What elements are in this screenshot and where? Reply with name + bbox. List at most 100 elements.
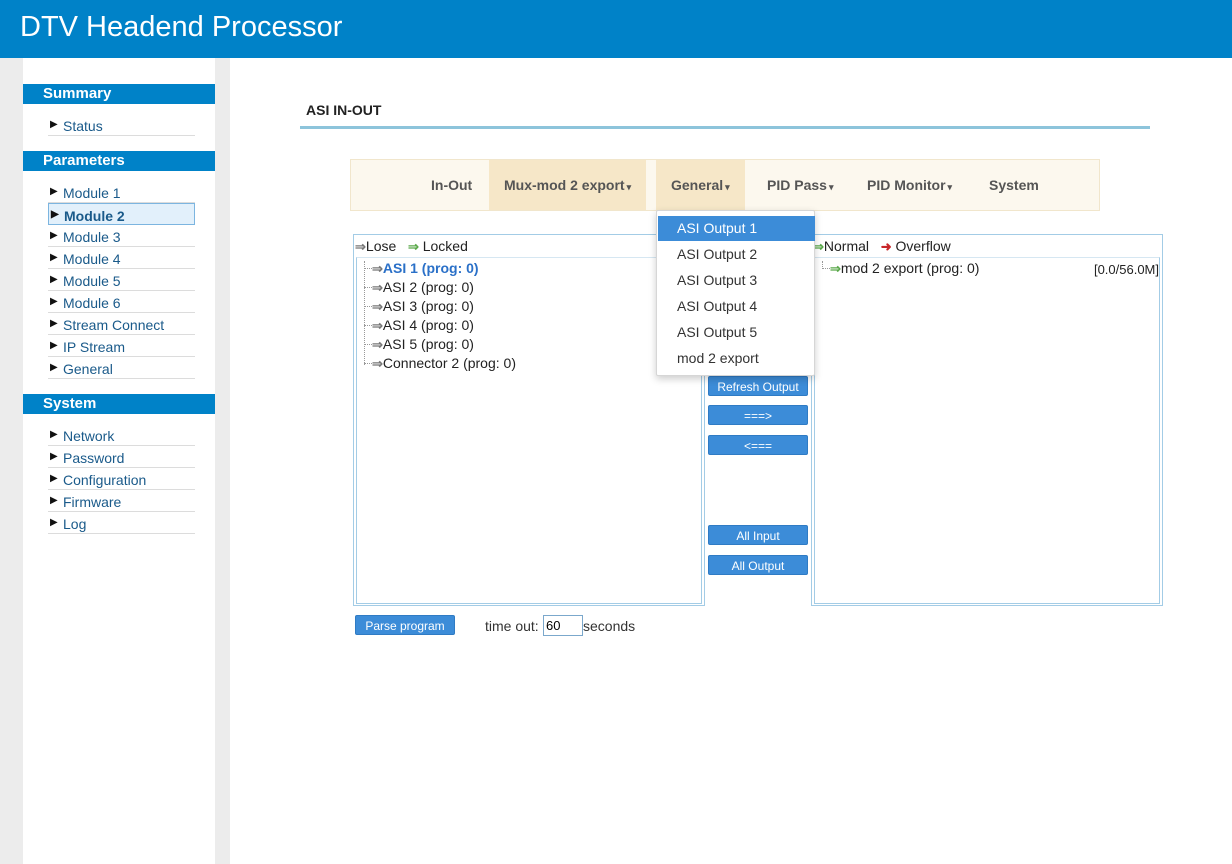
tab-pid-pass[interactable]: PID Pass ▾ (752, 160, 848, 210)
sidebar-item-password[interactable]: ▶ Password (48, 446, 195, 468)
tab-label: System (989, 177, 1039, 193)
sidebar-item-status[interactable]: ▶ Status (48, 114, 195, 136)
triangle-right-icon: ▶ (50, 252, 58, 263)
legend-normal: Normal (823, 238, 870, 254)
triangle-right-icon: ▶ (50, 495, 58, 506)
input-item-label: ASI 5 (prog: 0) (382, 336, 474, 352)
tab-bar: In-Out Mux-mod 2 export ▾ General ▾ PID Pa… (350, 159, 1100, 211)
sidebar-item-module-6[interactable]: ▶ Module 6 (48, 291, 195, 313)
sidebar-item-label: Module 3 (63, 229, 121, 245)
arrow-right-icon: ⇒ (355, 239, 366, 254)
sidebar-item-module-1[interactable]: ▶ Module 1 (48, 181, 195, 203)
triangle-right-icon: ▶ (50, 230, 58, 241)
legend-locked: Locked (422, 238, 468, 254)
arrow-right-icon: ⇒ (372, 356, 383, 371)
input-list: ⇒ASI 1 (prog: 0) ⇒ASI 2 (prog: 0) ⇒ASI 3… (356, 257, 702, 604)
dropdown-item-asi-output-2[interactable]: ASI Output 2 (658, 242, 815, 267)
tree-connector (364, 344, 372, 345)
sidebar-item-label: Module 4 (63, 251, 121, 267)
sidebar-item-label: IP Stream (63, 339, 125, 355)
triangle-right-icon: ▶ (50, 451, 58, 462)
tree-connector (364, 306, 372, 307)
sidebar-heading-parameters: Parameters (23, 151, 215, 171)
sidebar-item-label: Network (63, 428, 115, 444)
sidebar-item-configuration[interactable]: ▶ Configuration (48, 468, 195, 490)
triangle-right-icon: ▶ (50, 296, 58, 307)
page-title: ASI IN-OUT (306, 102, 382, 118)
output-item-mod-2-export[interactable]: ⇒mod 2 export (prog: 0) (830, 260, 979, 277)
output-rate: [0.0/56.0M] (1093, 262, 1159, 277)
refresh-output-button[interactable]: Refresh Output (708, 376, 808, 396)
tab-system[interactable]: System (974, 160, 1054, 210)
input-item-label: Connector 2 (prog: 0) (382, 355, 516, 371)
sidebar-item-module-3[interactable]: ▶ Module 3 (48, 225, 195, 247)
dropdown-item-asi-output-5[interactable]: ASI Output 5 (658, 320, 815, 345)
sidebar-heading-summary: Summary (23, 84, 215, 104)
tab-label: PID Pass (767, 177, 827, 193)
timeout-label: time out: (485, 618, 539, 634)
triangle-right-icon: ▶ (50, 119, 58, 130)
tab-label: In-Out (431, 177, 473, 193)
dropdown-item-asi-output-1[interactable]: ASI Output 1 (658, 216, 815, 241)
tree-connector (364, 268, 372, 269)
sidebar-item-label: Firmware (63, 494, 122, 510)
app-title: DTV Headend Processor (20, 11, 343, 43)
tab-mux-mod-2-export[interactable]: Mux-mod 2 export ▾ (489, 160, 647, 210)
all-output-button[interactable]: All Output (708, 555, 808, 575)
triangle-right-icon: ▶ (50, 517, 58, 528)
tab-in-out[interactable]: In-Out (416, 160, 487, 210)
title-divider (300, 126, 1150, 129)
arrow-right-icon: ⇒ (830, 261, 841, 276)
input-item-asi-2[interactable]: ⇒ASI 2 (prog: 0) (372, 279, 474, 296)
move-right-button[interactable]: ===> (708, 405, 808, 425)
tab-label: General (671, 177, 724, 193)
sidebar-item-module-4[interactable]: ▶ Module 4 (48, 247, 195, 269)
triangle-right-icon: ▶ (50, 274, 58, 285)
arrow-right-icon: ⇒ (372, 280, 383, 295)
sidebar-item-label: Module 1 (63, 185, 121, 201)
sidebar-item-label: Status (63, 118, 103, 134)
tab-label: PID Monitor (867, 177, 946, 193)
sidebar-item-log[interactable]: ▶ Log (48, 512, 195, 534)
tree-connector (364, 261, 365, 365)
input-item-connector-2[interactable]: ⇒Connector 2 (prog: 0) (372, 355, 516, 372)
input-item-asi-3[interactable]: ⇒ASI 3 (prog: 0) (372, 298, 474, 315)
triangle-right-icon: ▶ (50, 429, 58, 440)
tab-pid-monitor[interactable]: PID Monitor ▾ (852, 160, 967, 210)
legend-overflow: Overflow (895, 238, 951, 254)
input-legend: ⇒Lose ⇒ Locked (355, 238, 468, 255)
output-panel: ⇒Normal ➜ Overflow ⇒mod 2 export (prog: … (811, 234, 1163, 606)
triangle-right-icon: ▶ (51, 209, 59, 220)
timeout-unit: seconds (583, 618, 636, 634)
tree-connector (364, 363, 372, 364)
timeout-input[interactable] (543, 615, 583, 636)
sidebar-item-module-5[interactable]: ▶ Module 5 (48, 269, 195, 291)
dropdown-item-asi-output-3[interactable]: ASI Output 3 (658, 268, 815, 293)
triangle-right-icon: ▶ (50, 473, 58, 484)
arrow-right-icon: ⇒ (372, 299, 383, 314)
move-left-button[interactable]: <=== (708, 435, 808, 455)
arrow-right-icon: ⇒ (372, 318, 383, 333)
sidebar-item-general[interactable]: ▶ General (48, 357, 195, 379)
triangle-right-icon: ▶ (50, 186, 58, 197)
input-item-asi-1[interactable]: ⇒ASI 1 (prog: 0) (372, 260, 479, 277)
dropdown-item-mod-2-export[interactable]: mod 2 export (658, 346, 815, 371)
input-item-asi-5[interactable]: ⇒ASI 5 (prog: 0) (372, 336, 474, 353)
triangle-right-icon: ▶ (50, 340, 58, 351)
sidebar-item-firmware[interactable]: ▶ Firmware (48, 490, 195, 512)
output-list: ⇒mod 2 export (prog: 0) (814, 257, 1160, 604)
tree-connector (364, 287, 372, 288)
arrow-right-icon: ⇒ (407, 239, 419, 254)
sidebar-item-network[interactable]: ▶ Network (48, 424, 195, 446)
sidebar-item-stream-connect[interactable]: ▶ Stream Connect (48, 313, 195, 335)
sidebar-item-ip-stream[interactable]: ▶ IP Stream (48, 335, 195, 357)
all-input-button[interactable]: All Input (708, 525, 808, 545)
sidebar-heading-system: System (23, 394, 215, 414)
input-item-label: ASI 3 (prog: 0) (382, 298, 474, 314)
parse-program-button[interactable]: Parse program (355, 615, 455, 635)
sidebar-item-module-2[interactable]: ▶ Module 2 (48, 203, 195, 225)
input-item-label: ASI 4 (prog: 0) (382, 317, 474, 333)
input-item-asi-4[interactable]: ⇒ASI 4 (prog: 0) (372, 317, 474, 334)
tab-general[interactable]: General ▾ (656, 160, 745, 210)
dropdown-item-asi-output-4[interactable]: ASI Output 4 (658, 294, 815, 319)
